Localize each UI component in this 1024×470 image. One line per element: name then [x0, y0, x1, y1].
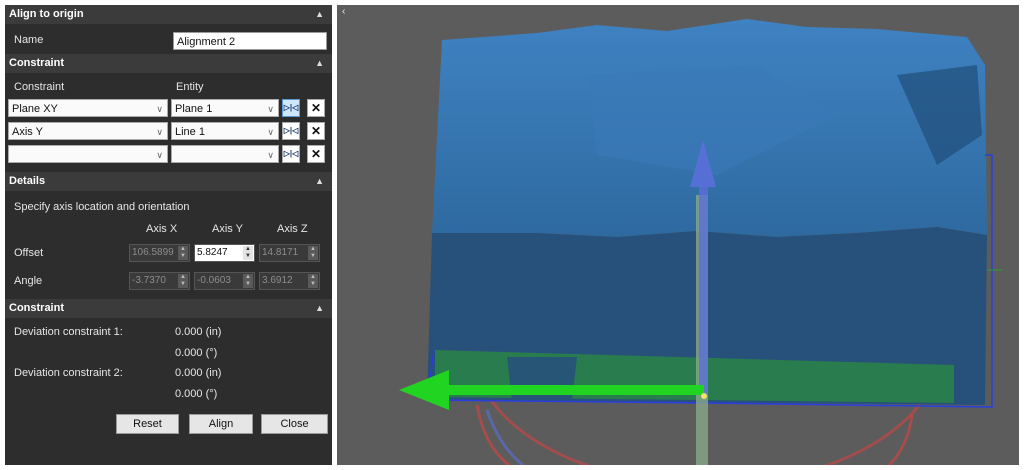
close-button[interactable]: Close — [261, 414, 328, 434]
details-hint: Specify axis location and orientation — [14, 201, 190, 213]
constraint-select-1[interactable]: Plane XY ∨ — [8, 99, 168, 117]
offset-z-input[interactable]: 14.8171 ▲ ▼ — [259, 244, 320, 262]
constraint-deviation-section-title: Constraint — [9, 302, 64, 314]
deviation-2-in-value: 0.000 (in) — [175, 367, 222, 379]
spin-arrows-icon[interactable]: ▲ ▼ — [178, 246, 188, 260]
col-entity-header: Entity — [176, 81, 204, 93]
collapse-panel-icon[interactable]: ‹ — [342, 6, 345, 17]
chevron-down-icon: ∨ — [267, 104, 274, 114]
deviation-2-deg-value: 0.000 (°) — [175, 388, 218, 400]
entity-select-3[interactable]: ∨ — [171, 145, 279, 163]
chevron-down-icon: ∨ — [267, 127, 274, 137]
x-axis-shaft — [432, 385, 704, 395]
offset-z-value: 14.8171 — [262, 247, 299, 258]
constraint-select-2[interactable]: Axis Y ∨ — [8, 122, 168, 140]
name-label: Name — [14, 34, 44, 46]
spin-arrows-icon[interactable]: ▲ ▼ — [243, 274, 253, 288]
3d-viewport[interactable]: ‹ — [337, 5, 1019, 465]
align-button[interactable]: Align — [189, 414, 253, 434]
axis-z-header: Axis Z — [277, 223, 308, 235]
offset-x-value: 106.5899 — [132, 247, 174, 258]
constraint-section-header[interactable]: Constraint ▲ — [5, 54, 332, 73]
remove-constraint-button-1[interactable]: ✕ — [307, 99, 325, 117]
details-section-title: Details — [9, 175, 46, 187]
angle-z-input[interactable]: 3.6912 ▲ ▼ — [259, 272, 320, 290]
spin-arrows-icon[interactable]: ▲ ▼ — [308, 246, 318, 260]
chevron-down-icon: ∨ — [156, 127, 163, 137]
collapse-icon[interactable]: ▲ — [315, 54, 324, 73]
axis-y-header: Axis Y — [212, 223, 243, 235]
entity-select-2[interactable]: Line 1 ∨ — [171, 122, 279, 140]
x-axis-arrow-icon[interactable] — [399, 370, 449, 410]
details-section-header[interactable]: Details ▲ — [5, 172, 332, 191]
align-to-origin-panel: Align to origin ▲ Name Alignment 2 Const… — [5, 5, 332, 465]
spin-arrows-icon[interactable]: ▲ ▼ — [178, 274, 188, 288]
angle-label: Angle — [14, 275, 43, 287]
offset-label: Offset — [14, 247, 44, 259]
spin-arrows-icon[interactable]: ▲ ▼ — [308, 274, 318, 288]
chevron-down-icon: ∨ — [267, 150, 274, 160]
constraint-select-1-value: Plane XY — [12, 103, 58, 115]
flip-direction-button-1[interactable]: ▷|◁ — [282, 99, 300, 117]
deviation-1-label: Deviation constraint 1: — [14, 326, 123, 338]
name-input[interactable]: Alignment 2 — [173, 32, 327, 50]
constraint-select-3[interactable]: ∨ — [8, 145, 168, 163]
constraint-deviation-section-header[interactable]: Constraint ▲ — [5, 299, 332, 318]
deviation-1-deg-value: 0.000 (°) — [175, 347, 218, 359]
chevron-down-icon: ∨ — [156, 104, 163, 114]
collapse-icon[interactable]: ▲ — [315, 5, 324, 24]
angle-x-value: -3.7370 — [132, 275, 166, 286]
col-constraint-header: Constraint — [14, 81, 65, 93]
collapse-icon[interactable]: ▲ — [315, 299, 324, 318]
constraint-select-2-value: Axis Y — [12, 126, 43, 138]
entity-select-1-value: Plane 1 — [175, 103, 213, 115]
panel-header[interactable]: Align to origin ▲ — [5, 5, 332, 24]
offset-x-input[interactable]: 106.5899 ▲ ▼ — [129, 244, 190, 262]
flip-direction-button-2[interactable]: ▷|◁ — [282, 122, 300, 140]
angle-y-value: -0.0603 — [197, 275, 231, 286]
spin-arrows-icon[interactable]: ▲ ▼ — [243, 246, 253, 260]
chevron-down-icon: ∨ — [156, 150, 163, 160]
angle-y-input[interactable]: -0.0603 ▲ ▼ — [194, 272, 255, 290]
entity-select-2-value: Line 1 — [175, 126, 205, 138]
deviation-1-in-value: 0.000 (in) — [175, 326, 222, 338]
viewport-scene[interactable]: ‹ — [337, 5, 1019, 465]
z-axis-shaft — [699, 185, 708, 395]
angle-x-input[interactable]: -3.7370 ▲ ▼ — [129, 272, 190, 290]
panel-title: Align to origin — [9, 8, 84, 20]
axis-x-header: Axis X — [146, 223, 178, 235]
angle-z-value: 3.6912 — [262, 275, 293, 286]
remove-constraint-button-3[interactable]: ✕ — [307, 145, 325, 163]
collapse-icon[interactable]: ▲ — [315, 172, 324, 191]
deviation-2-label: Deviation constraint 2: — [14, 367, 123, 379]
entity-select-1[interactable]: Plane 1 ∨ — [171, 99, 279, 117]
constraint-section-title: Constraint — [9, 57, 64, 69]
origin-point[interactable] — [701, 393, 707, 399]
flip-direction-button-3[interactable]: ▷|◁ — [282, 145, 300, 163]
offset-y-value: 5.8247 — [197, 247, 228, 258]
remove-constraint-button-2[interactable]: ✕ — [307, 122, 325, 140]
offset-y-input[interactable]: 5.8247 ▲ ▼ — [194, 244, 255, 262]
reset-button[interactable]: Reset — [116, 414, 179, 434]
